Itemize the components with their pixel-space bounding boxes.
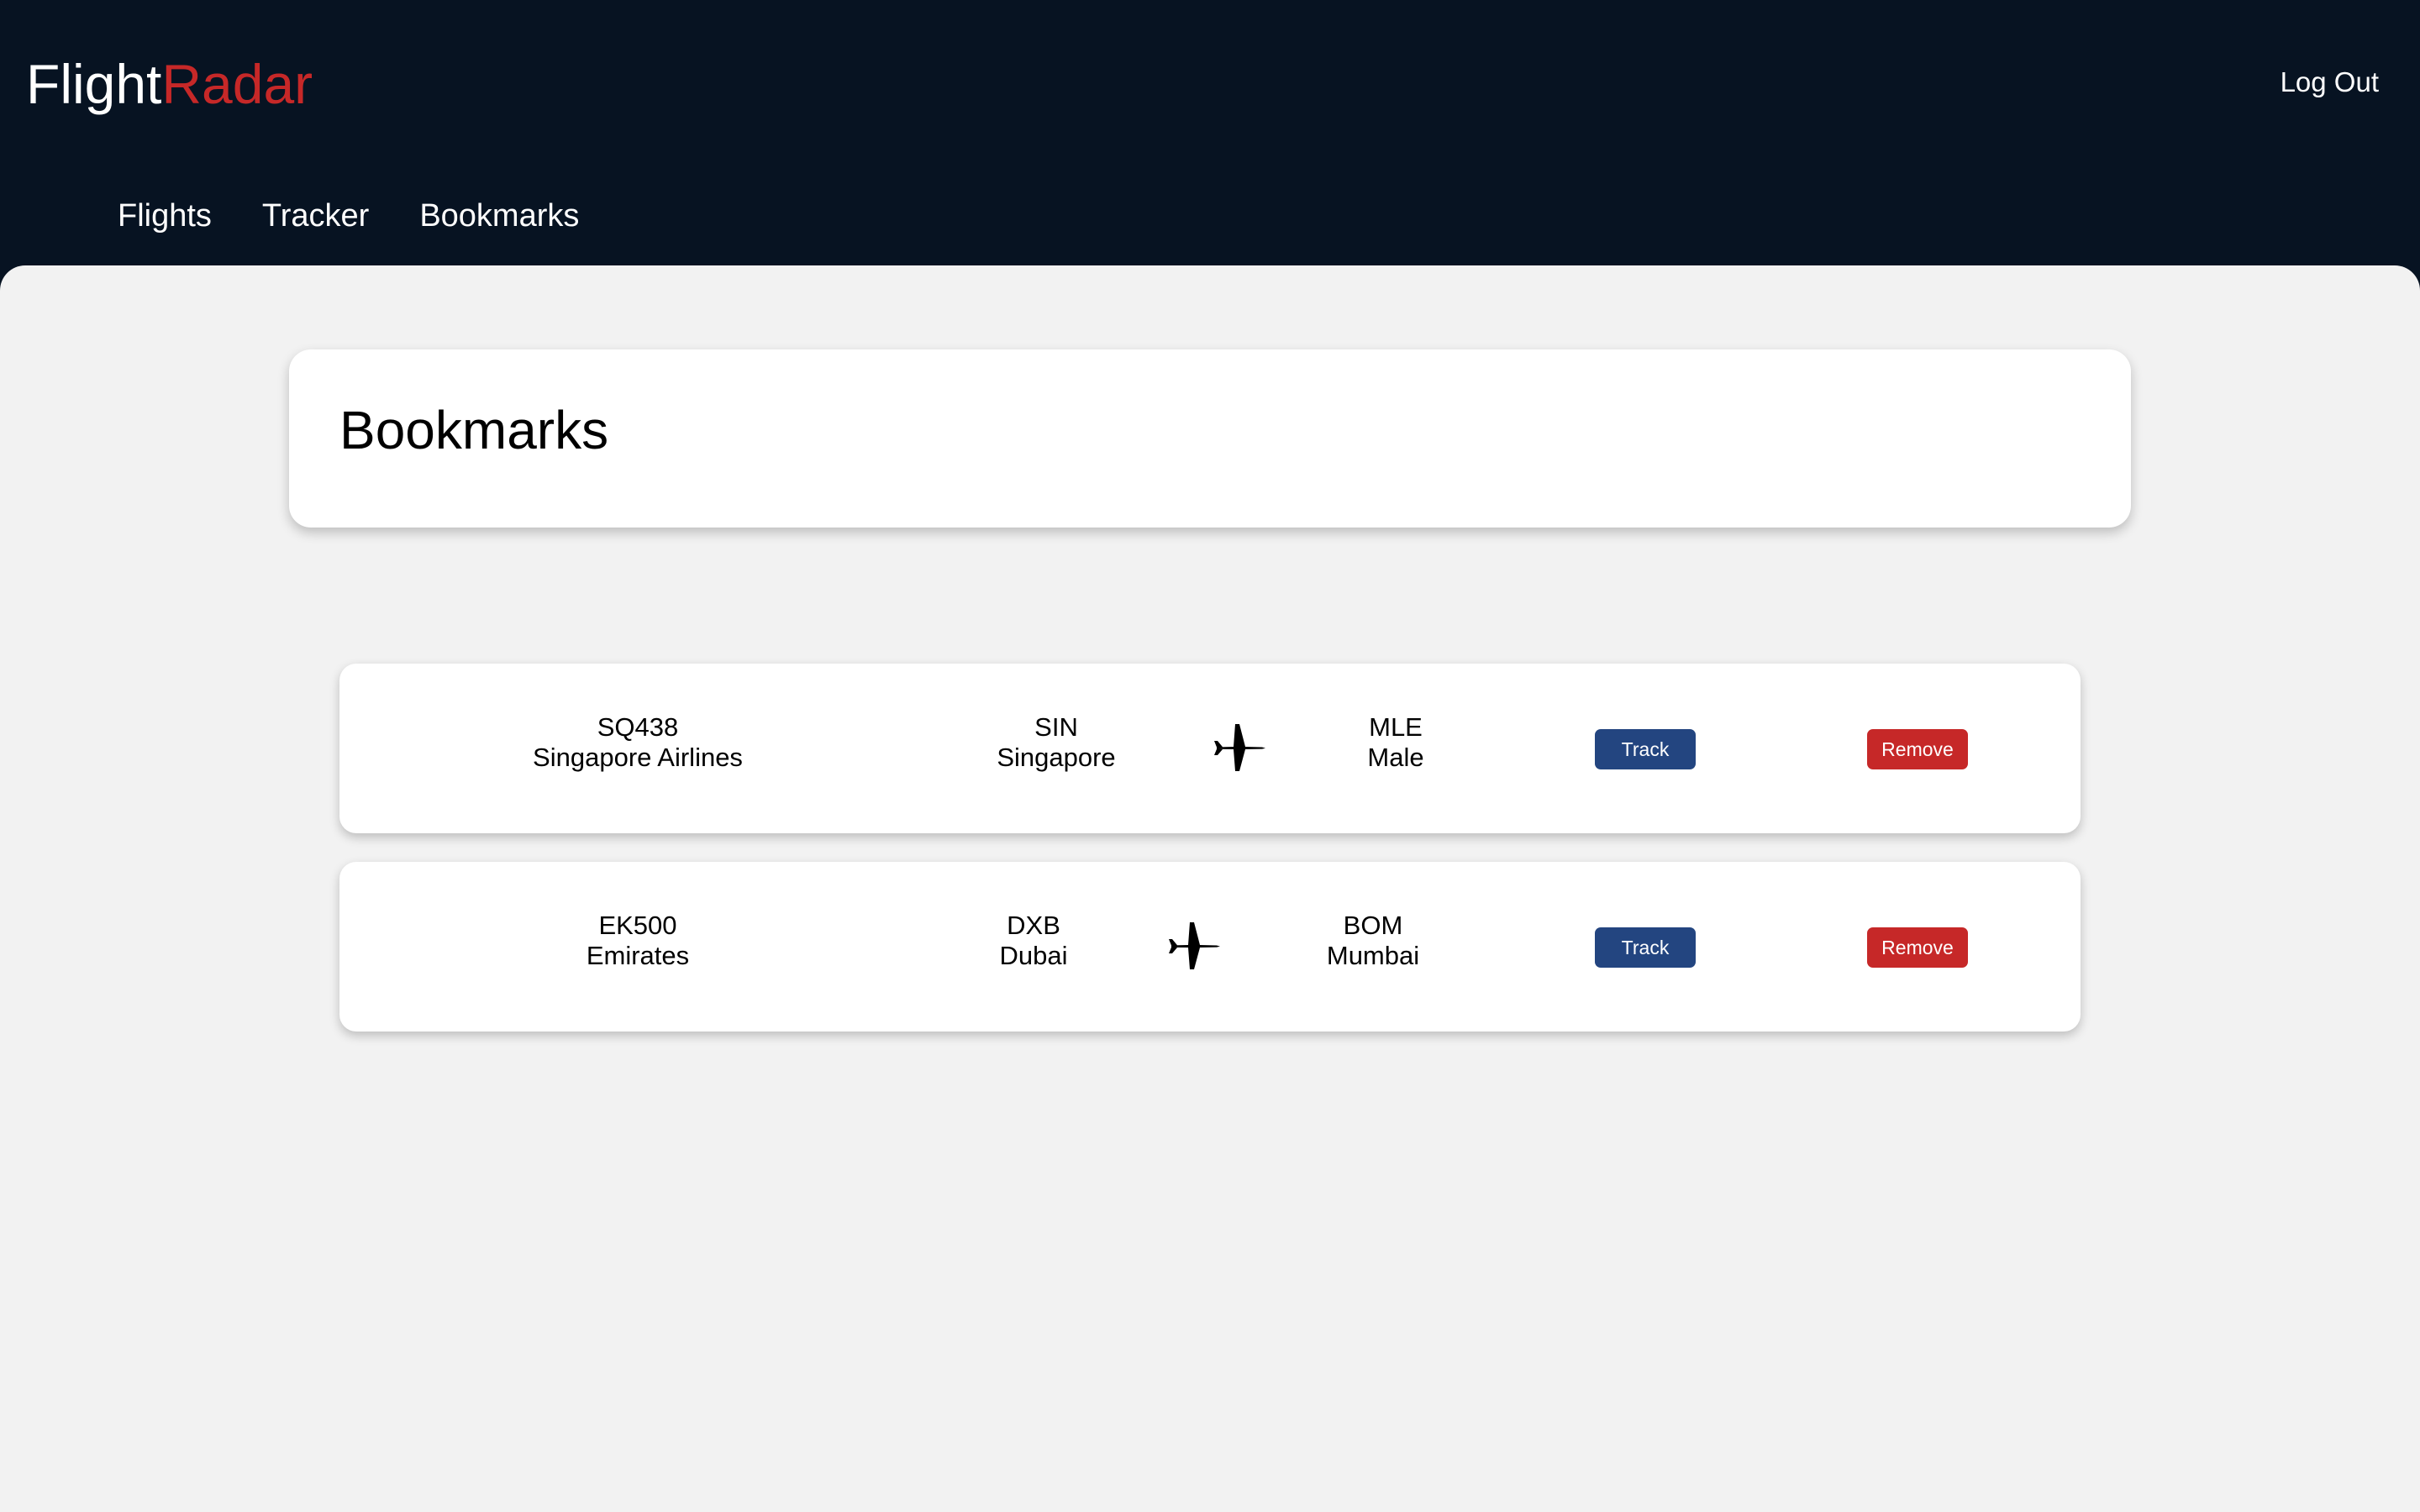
track-button[interactable]: Track [1595, 927, 1696, 968]
destination-info: BOM Mumbai [1327, 911, 1419, 971]
origin-code: DXB [1007, 911, 1060, 940]
remove-button[interactable]: Remove [1867, 729, 1968, 769]
nav-item-flights[interactable]: Flights [118, 195, 212, 237]
remove-button[interactable]: Remove [1867, 927, 1968, 968]
airplane-icon [1214, 724, 1265, 771]
track-button[interactable]: Track [1595, 729, 1696, 769]
logo-text-radar: Radar [161, 53, 313, 115]
flight-info: SQ438 Singapore Airlines [533, 712, 743, 773]
origin-code: SIN [1034, 712, 1078, 742]
airline-name: Singapore Airlines [533, 743, 743, 772]
airline-name: Emirates [586, 941, 690, 970]
destination-code: MLE [1369, 712, 1423, 742]
flight-number: EK500 [598, 911, 677, 940]
origin-info: SIN Singapore [997, 712, 1115, 773]
nav-item-bookmarks[interactable]: Bookmarks [419, 195, 579, 237]
origin-city: Singapore [997, 743, 1116, 772]
flight-number: SQ438 [597, 712, 679, 742]
main-nav: Flights Tracker Bookmarks [118, 195, 579, 237]
main-content: Bookmarks SQ438 Singapore Airlines SIN S… [0, 265, 2420, 1512]
logo-text-flight: Flight [26, 53, 162, 115]
destination-city: Mumbai [1326, 941, 1420, 970]
destination-info: MLE Male [1367, 712, 1423, 773]
bookmark-card: EK500 Emirates DXB Dubai BOM Mumbai Trac… [339, 862, 2081, 1032]
origin-info: DXB Dubai [1000, 911, 1068, 971]
app-logo[interactable]: FlightRadar [26, 50, 313, 118]
origin-city: Dubai [999, 941, 1068, 970]
logout-button[interactable]: Log Out [2281, 64, 2379, 101]
destination-city: Male [1367, 743, 1424, 772]
page-title-card: Bookmarks [289, 349, 2131, 528]
airplane-icon [1169, 922, 1220, 969]
page-title: Bookmarks [339, 400, 609, 460]
flight-info: EK500 Emirates [587, 911, 689, 971]
nav-item-tracker[interactable]: Tracker [262, 195, 369, 237]
destination-code: BOM [1343, 911, 1403, 940]
top-header: FlightRadar Log Out Flights Tracker Book… [0, 0, 2420, 265]
bookmark-card: SQ438 Singapore Airlines SIN Singapore M… [339, 664, 2081, 833]
